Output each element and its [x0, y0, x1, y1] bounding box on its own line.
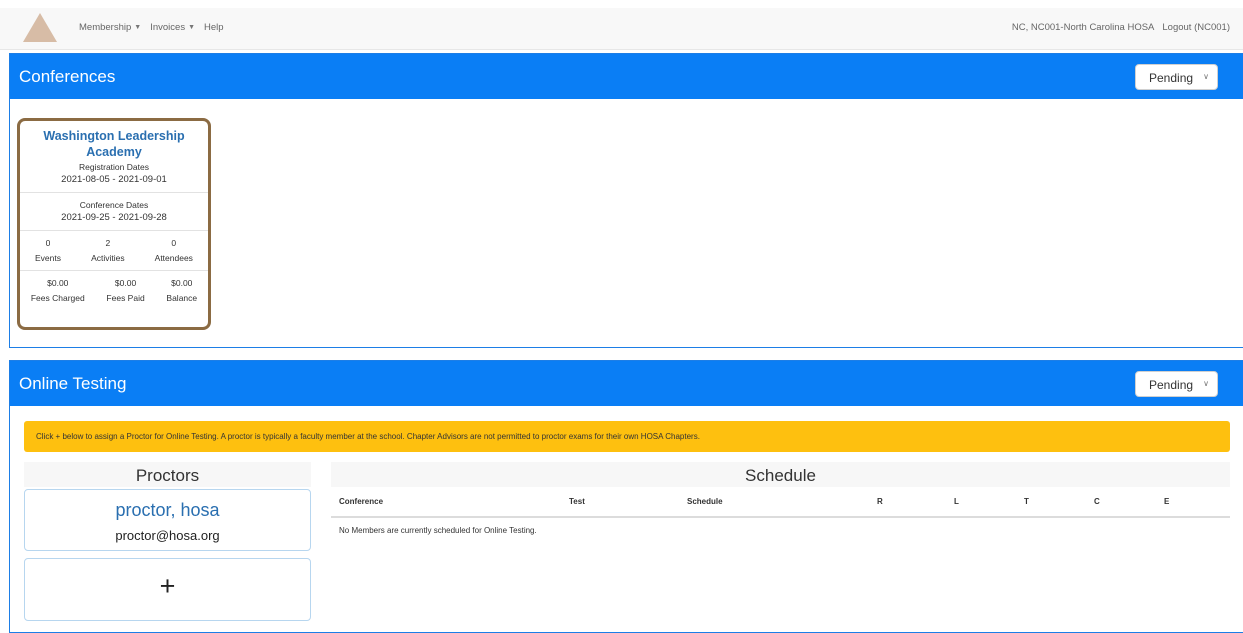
- col-schedule[interactable]: Schedule: [679, 487, 869, 518]
- events-stat: 0 Events: [35, 238, 61, 263]
- conference-dates-label: Conference Dates: [79, 200, 149, 210]
- conference-name[interactable]: Washington Leadership Academy: [20, 128, 208, 160]
- proctor-name[interactable]: proctor, hosa: [25, 500, 310, 521]
- col-test[interactable]: Test: [561, 487, 679, 518]
- hosa-logo-icon[interactable]: [23, 13, 57, 42]
- fees-charged-value: $0.00: [47, 278, 69, 288]
- chevron-down-icon: ∨: [1203, 379, 1209, 388]
- activities-count: 2: [105, 238, 111, 248]
- conferences-status-value: Pending: [1149, 71, 1194, 85]
- col-l[interactable]: L: [946, 487, 1016, 518]
- conference-dates-value: 2021-09-25 - 2021-09-28: [61, 212, 167, 223]
- card-divider: [20, 270, 208, 271]
- proctors-column: Proctors proctor, hosa proctor@hosa.org …: [24, 462, 311, 621]
- events-count: 0: [45, 238, 51, 248]
- schedule-table: Conference Test Schedule R L T C E No Me…: [331, 487, 1230, 543]
- balance-stat: $0.00 Balance: [166, 278, 197, 303]
- fees-charged-stat: $0.00 Fees Charged: [31, 278, 85, 303]
- fees-row: $0.00 Fees Charged $0.00 Fees Paid $0.00…: [20, 278, 208, 303]
- conference-card[interactable]: Washington Leadership Academy Registrati…: [17, 118, 211, 330]
- col-r[interactable]: R: [869, 487, 946, 518]
- account-area: NC, NC001-North Carolina HOSA Logout (NC…: [1012, 22, 1230, 33]
- card-divider: [20, 230, 208, 231]
- table-row: No Members are currently scheduled for O…: [331, 517, 1230, 543]
- events-label: Events: [35, 253, 62, 263]
- registration-dates-value: 2021-08-05 - 2021-09-01: [61, 174, 167, 185]
- caret-down-icon: ▼: [188, 24, 196, 31]
- menu-help-label: Help: [204, 22, 224, 33]
- chevron-down-icon: ∨: [1203, 72, 1209, 81]
- proctors-heading: Proctors: [24, 462, 311, 487]
- conferences-status-select[interactable]: Pending ∨: [1135, 64, 1218, 90]
- menu-invoices-label: Invoices: [150, 22, 186, 33]
- main-menu: Membership ▼ Invoices ▼ Help: [79, 22, 224, 33]
- logout-link[interactable]: Logout (NC001): [1162, 22, 1230, 33]
- menu-help[interactable]: Help: [204, 22, 224, 33]
- fees-charged-label: Fees Charged: [30, 293, 85, 303]
- account-name-link[interactable]: NC, NC001-North Carolina HOSA: [1012, 22, 1155, 33]
- balance-value: $0.00: [171, 278, 193, 288]
- fees-paid-label: Fees Paid: [106, 293, 145, 303]
- proctor-notice: Click + below to assign a Proctor for On…: [24, 421, 1230, 452]
- col-t[interactable]: T: [1016, 487, 1086, 518]
- col-e[interactable]: E: [1156, 487, 1230, 518]
- online-testing-header: Online Testing Pending ∨: [10, 361, 1243, 406]
- activities-label: Activities: [91, 253, 125, 263]
- attendees-stat: 0 Attendees: [155, 238, 193, 263]
- menu-membership[interactable]: Membership ▼: [79, 22, 141, 33]
- proctor-email: proctor@hosa.org: [115, 528, 220, 543]
- schedule-heading: Schedule: [331, 462, 1230, 487]
- online-testing-panel: Online Testing Pending ∨ Click + below t…: [9, 360, 1243, 633]
- testing-status-select[interactable]: Pending ∨: [1135, 371, 1218, 397]
- balance-label: Balance: [166, 293, 198, 303]
- schedule-header-row: Conference Test Schedule R L T C E: [331, 487, 1230, 518]
- registration-dates-label: Registration Dates: [79, 162, 149, 172]
- fees-paid-stat: $0.00 Fees Paid: [106, 278, 144, 303]
- conferences-header: Conferences Pending ∨: [10, 54, 1243, 99]
- col-conference[interactable]: Conference: [331, 487, 561, 518]
- plus-icon: +: [159, 571, 176, 601]
- add-proctor-button[interactable]: +: [24, 558, 311, 621]
- fees-paid-value: $0.00: [114, 278, 137, 288]
- top-navbar: Membership ▼ Invoices ▼ Help NC, NC001-N…: [0, 8, 1243, 50]
- menu-membership-label: Membership: [79, 22, 132, 33]
- empty-schedule-message: No Members are currently scheduled for O…: [339, 526, 537, 535]
- attendees-count: 0: [171, 238, 177, 248]
- conferences-title: Conferences: [19, 67, 116, 86]
- caret-down-icon: ▼: [134, 24, 142, 31]
- testing-status-value: Pending: [1149, 378, 1194, 392]
- card-divider: [20, 192, 208, 193]
- schedule-column: Schedule Conference Test Schedule R L T …: [331, 462, 1230, 543]
- online-testing-title: Online Testing: [19, 374, 127, 393]
- menu-invoices[interactable]: Invoices ▼: [150, 22, 195, 33]
- attendees-label: Attendees: [154, 253, 193, 263]
- proctor-card[interactable]: proctor, hosa proctor@hosa.org: [24, 489, 311, 551]
- counts-row: 0 Events 2 Activities 0 Attendees: [20, 238, 208, 263]
- activities-stat: 2 Activities: [91, 238, 125, 263]
- col-c[interactable]: C: [1086, 487, 1156, 518]
